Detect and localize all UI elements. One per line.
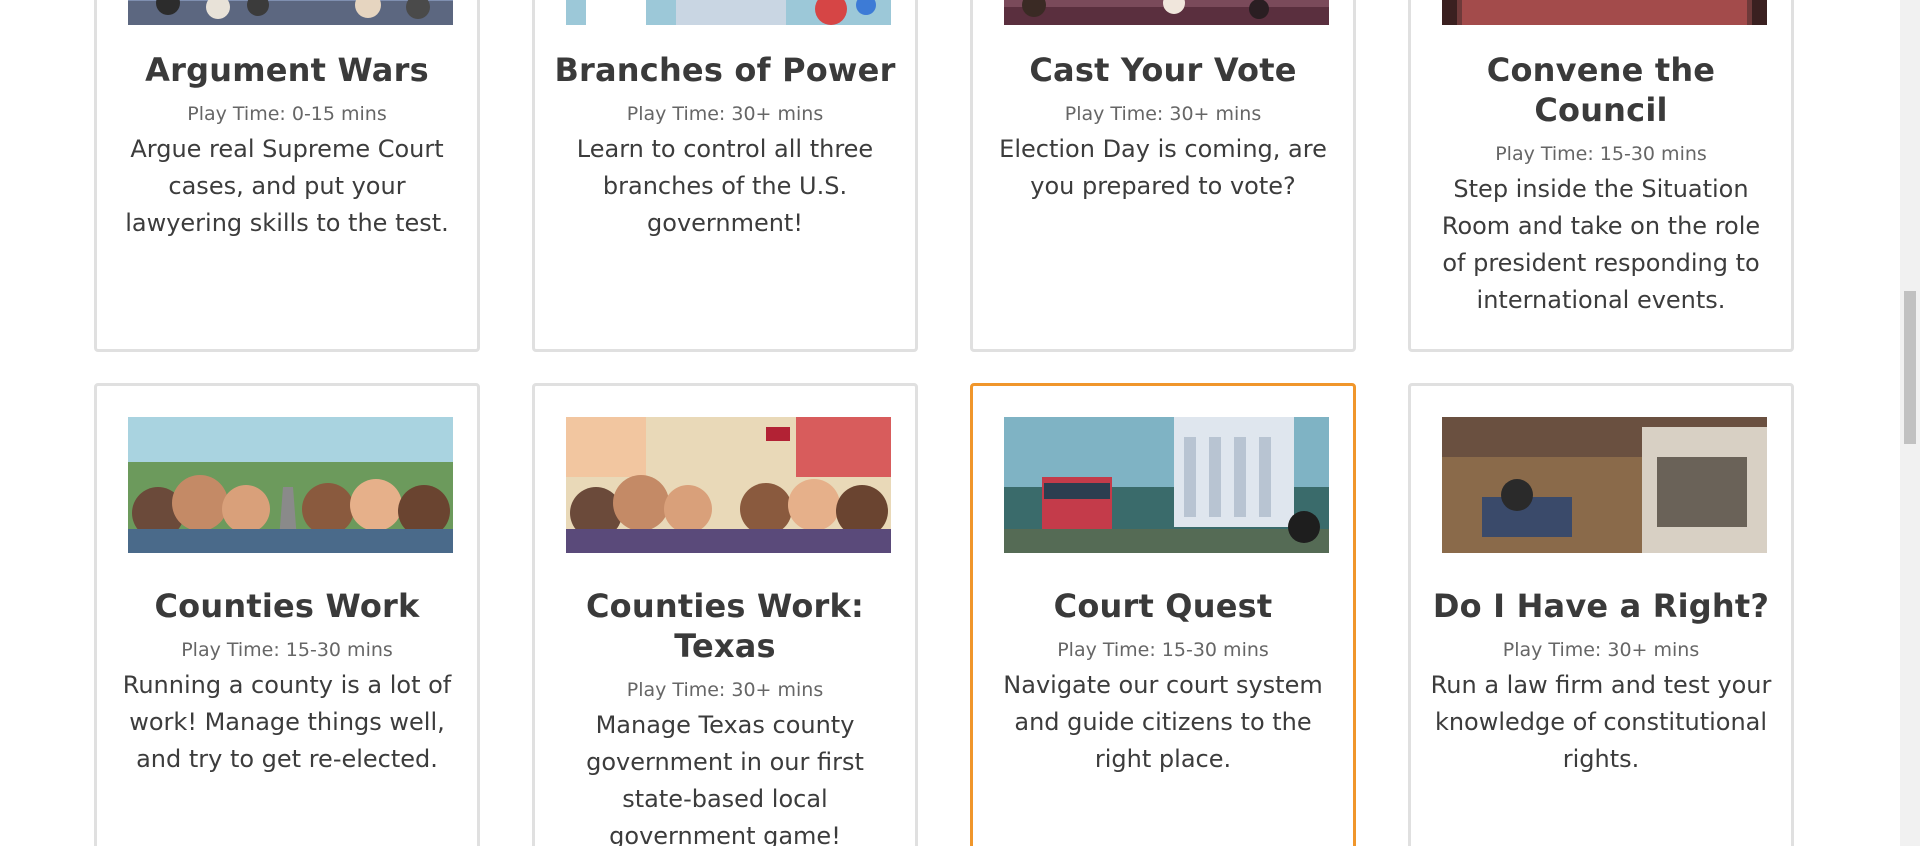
viewport: Argument Wars Play Time: 0-15 mins Argue… (0, 0, 1920, 846)
game-title[interactable]: Counties Work (115, 586, 459, 626)
game-card-do-i-have-a-right[interactable]: Do I Have a Right? Play Time: 30+ mins R… (1408, 383, 1794, 846)
play-time: Play Time: 15-30 mins (181, 639, 393, 661)
convene-the-council-thumbnail (1442, 0, 1767, 25)
game-description: Run a law firm and test your knowledge o… (1430, 671, 1772, 773)
game-grid: Argument Wars Play Time: 0-15 mins Argue… (0, 0, 1900, 846)
game-card-court-quest[interactable]: Court Quest Play Time: 15-30 mins Naviga… (970, 383, 1356, 846)
game-description: Step inside the Situation Room and take … (1441, 175, 1761, 314)
game-description: Navigate our court system and guide citi… (1003, 671, 1323, 773)
game-title[interactable]: Cast Your Vote (991, 50, 1335, 90)
vertical-scrollbar[interactable] (1900, 0, 1920, 846)
game-card-argument-wars[interactable]: Argument Wars Play Time: 0-15 mins Argue… (94, 0, 480, 352)
argument-wars-thumbnail (128, 0, 453, 25)
game-description: Learn to control all three branches of t… (576, 135, 874, 237)
play-time: Play Time: 30+ mins (626, 679, 824, 701)
game-card-counties-work[interactable]: Counties Work Play Time: 15-30 mins Runn… (94, 383, 480, 846)
cast-your-vote-thumbnail (1004, 0, 1329, 25)
game-description: Argue real Supreme Court cases, and put … (125, 135, 449, 237)
counties-work-thumbnail (128, 417, 453, 553)
play-time: Play Time: 15-30 mins (1495, 143, 1707, 165)
game-description: Manage Texas county government in our fi… (586, 711, 864, 846)
game-title[interactable]: Convene the Council (1429, 50, 1773, 130)
scrollbar-thumb[interactable] (1904, 291, 1916, 444)
game-description: Election Day is coming, are you prepared… (999, 135, 1327, 200)
game-title[interactable]: Branches of Power (553, 50, 897, 90)
counties-work-texas-thumbnail (566, 417, 891, 553)
game-card-cast-your-vote[interactable]: Cast Your Vote Play Time: 30+ mins Elect… (970, 0, 1356, 352)
game-title[interactable]: Do I Have a Right? (1429, 586, 1773, 626)
play-time: Play Time: 30+ mins (1064, 103, 1262, 125)
do-i-have-a-right-thumbnail (1442, 417, 1767, 553)
game-title[interactable]: Argument Wars (115, 50, 459, 90)
game-card-branches-of-power[interactable]: Branches of Power Play Time: 30+ mins Le… (532, 0, 918, 352)
play-time: Play Time: 30+ mins (626, 103, 824, 125)
game-card-convene-the-council[interactable]: Convene the Council Play Time: 15-30 min… (1408, 0, 1794, 352)
game-description: Running a county is a lot of work! Manag… (122, 671, 452, 773)
game-title[interactable]: Court Quest (991, 586, 1335, 626)
branches-of-power-thumbnail (566, 0, 891, 25)
play-time: Play Time: 30+ mins (1502, 639, 1700, 661)
game-card-counties-work-texas[interactable]: Counties Work: Texas Play Time: 30+ mins… (532, 383, 918, 846)
play-time: Play Time: 0-15 mins (187, 103, 387, 125)
game-title[interactable]: Counties Work: Texas (553, 586, 897, 666)
court-quest-thumbnail (1004, 417, 1329, 553)
play-time: Play Time: 15-30 mins (1057, 639, 1269, 661)
